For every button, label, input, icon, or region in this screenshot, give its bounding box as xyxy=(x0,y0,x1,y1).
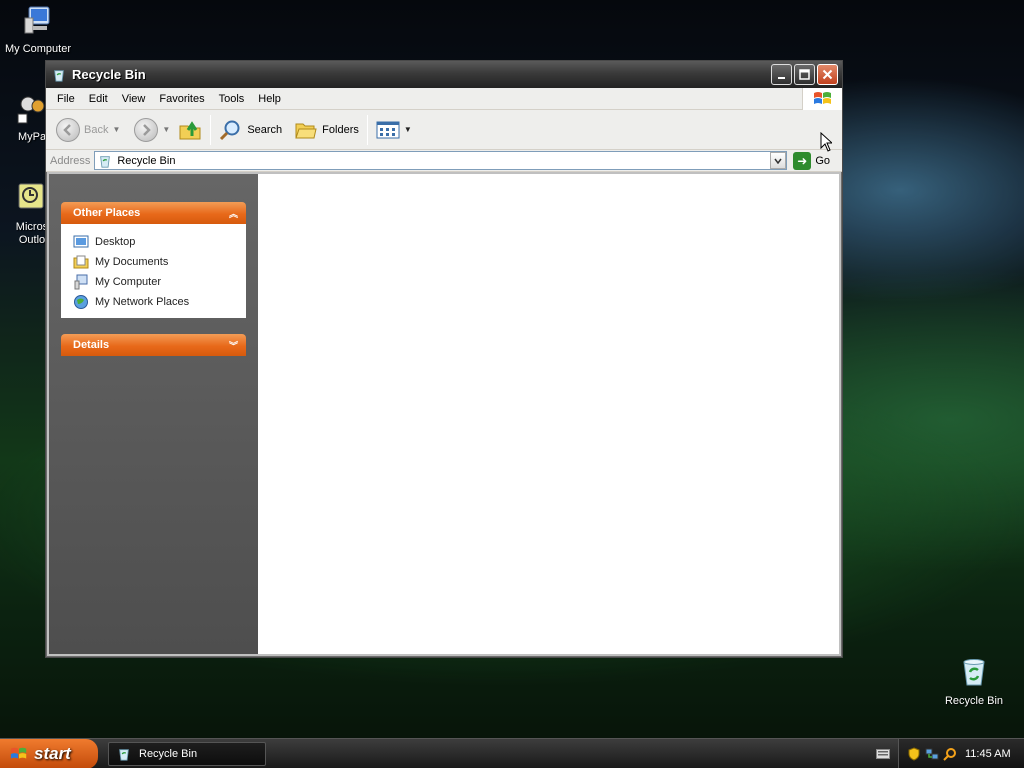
maximize-icon xyxy=(799,69,810,80)
task-pane: Other Places ︽ Desktop My Documents My C… xyxy=(49,174,258,654)
folders-icon xyxy=(295,123,317,138)
desktop-icon-label: My Computer xyxy=(4,43,72,55)
place-label: My Computer xyxy=(95,276,162,288)
folders-label: Folders xyxy=(322,123,359,136)
address-label: Address xyxy=(50,154,91,167)
minimize-button[interactable] xyxy=(771,64,792,85)
clock[interactable]: 11:45 AM xyxy=(965,748,1011,760)
window-titlebar[interactable]: Recycle Bin xyxy=(46,61,842,88)
search-icon xyxy=(220,120,240,140)
go-arrow-icon: ➜ xyxy=(793,151,812,170)
folders-button[interactable]: Folders xyxy=(290,114,363,146)
windows-logo xyxy=(802,88,842,110)
back-arrow-icon xyxy=(56,117,80,142)
recycle-bin-window: Recycle Bin File Edit View Favorites Too… xyxy=(45,60,843,658)
desktop-icon-label: Recycle Bin xyxy=(944,695,1004,707)
desktop-icon-recycle-bin[interactable]: Recycle Bin xyxy=(936,656,1012,707)
go-button[interactable]: ➜ Go xyxy=(793,151,830,170)
minimize-icon xyxy=(777,76,785,79)
shortcut-app-icon xyxy=(17,96,45,124)
forward-dropdown-icon[interactable]: ▼ xyxy=(162,125,170,134)
recycle-bin-icon xyxy=(54,69,64,82)
desktop-icon xyxy=(73,235,89,248)
close-icon xyxy=(822,69,833,80)
menu-file[interactable]: File xyxy=(50,93,82,105)
views-dropdown-icon[interactable]: ▼ xyxy=(404,125,412,134)
maximize-button[interactable] xyxy=(794,64,815,85)
start-button[interactable]: start xyxy=(0,738,98,768)
my-documents-icon xyxy=(73,255,89,269)
details-panel: Details ︾ xyxy=(61,334,246,356)
other-places-panel: Other Places ︽ Desktop My Documents My C… xyxy=(61,202,246,318)
place-desktop[interactable]: Desktop xyxy=(73,232,234,252)
place-label: Desktop xyxy=(95,236,136,248)
windows-flag-icon xyxy=(813,92,831,104)
recycle-bin-icon xyxy=(100,155,111,168)
forward-arrow-icon xyxy=(134,117,159,142)
window-content: Other Places ︽ Desktop My Documents My C… xyxy=(49,174,839,654)
place-label: My Documents xyxy=(95,256,169,268)
chevron-down-icon xyxy=(774,158,782,164)
desktop-icon-my-computer[interactable]: My Computer xyxy=(0,4,76,55)
up-folder-button[interactable] xyxy=(174,114,206,146)
place-label: My Network Places xyxy=(95,296,190,308)
window-title: Recycle Bin xyxy=(72,67,146,82)
place-my-network-places[interactable]: My Network Places xyxy=(73,292,234,312)
menu-help[interactable]: Help xyxy=(251,93,288,105)
menu-favorites[interactable]: Favorites xyxy=(152,93,211,105)
chevron-down-icon[interactable]: ︾ xyxy=(229,339,238,352)
views-icon xyxy=(376,121,400,138)
outlook-icon xyxy=(18,183,44,209)
other-places-title: Other Places xyxy=(73,207,141,219)
chevron-up-icon[interactable]: ︽ xyxy=(229,207,238,220)
back-button[interactable]: Back ▼ xyxy=(52,114,124,146)
search-button[interactable]: Search xyxy=(215,114,286,146)
recycle-bin-icon xyxy=(119,748,129,761)
file-list-view[interactable] xyxy=(258,174,839,654)
address-bar: Address Recycle Bin ➜ Go xyxy=(46,150,842,172)
toolbar-separator xyxy=(210,114,212,145)
search-icon[interactable] xyxy=(943,747,957,761)
standard-toolbar: Back ▼ ▼ Search Folders ▼ xyxy=(46,110,842,150)
menu-bar: File Edit View Favorites Tools Help xyxy=(46,88,842,110)
other-places-list: Desktop My Documents My Computer My Netw… xyxy=(61,224,246,318)
menu-edit[interactable]: Edit xyxy=(82,93,115,105)
place-my-computer[interactable]: My Computer xyxy=(73,272,234,292)
details-title: Details xyxy=(73,339,110,351)
views-button[interactable]: ▼ xyxy=(372,114,416,146)
details-header[interactable]: Details ︾ xyxy=(61,334,246,356)
windows-flag-icon xyxy=(10,747,27,758)
up-folder-icon xyxy=(179,120,201,139)
keyboard-icon xyxy=(876,748,890,759)
mouse-cursor-icon xyxy=(820,132,832,152)
forward-button[interactable]: ▼ xyxy=(130,114,174,146)
other-places-header[interactable]: Other Places ︽ xyxy=(61,202,246,224)
address-field[interactable]: Recycle Bin xyxy=(94,151,788,170)
security-shield-icon[interactable] xyxy=(907,746,921,761)
recycle-bin-icon xyxy=(963,659,985,686)
taskbar: start Recycle Bin 11:45 AM xyxy=(0,738,1024,768)
back-dropdown-icon[interactable]: ▼ xyxy=(112,125,120,134)
address-dropdown-button[interactable] xyxy=(770,152,787,169)
keyboard-tray[interactable] xyxy=(868,748,898,759)
search-label: Search xyxy=(247,123,283,136)
taskbar-item-label: Recycle Bin xyxy=(139,747,198,760)
system-tray: 11:45 AM xyxy=(898,738,1024,768)
my-computer-icon xyxy=(74,274,88,290)
my-computer-icon xyxy=(24,6,50,34)
menu-view[interactable]: View xyxy=(115,93,153,105)
taskbar-item-recycle-bin[interactable]: Recycle Bin xyxy=(108,741,266,766)
network-places-icon xyxy=(74,295,88,309)
address-value: Recycle Bin xyxy=(117,154,176,167)
go-label: Go xyxy=(815,154,830,167)
toolbar-separator xyxy=(366,114,368,145)
close-button[interactable] xyxy=(817,64,838,85)
place-my-documents[interactable]: My Documents xyxy=(73,252,234,272)
back-label: Back xyxy=(84,123,109,136)
menu-tools[interactable]: Tools xyxy=(212,93,252,105)
start-label: start xyxy=(34,743,71,763)
network-icon[interactable] xyxy=(925,747,939,761)
